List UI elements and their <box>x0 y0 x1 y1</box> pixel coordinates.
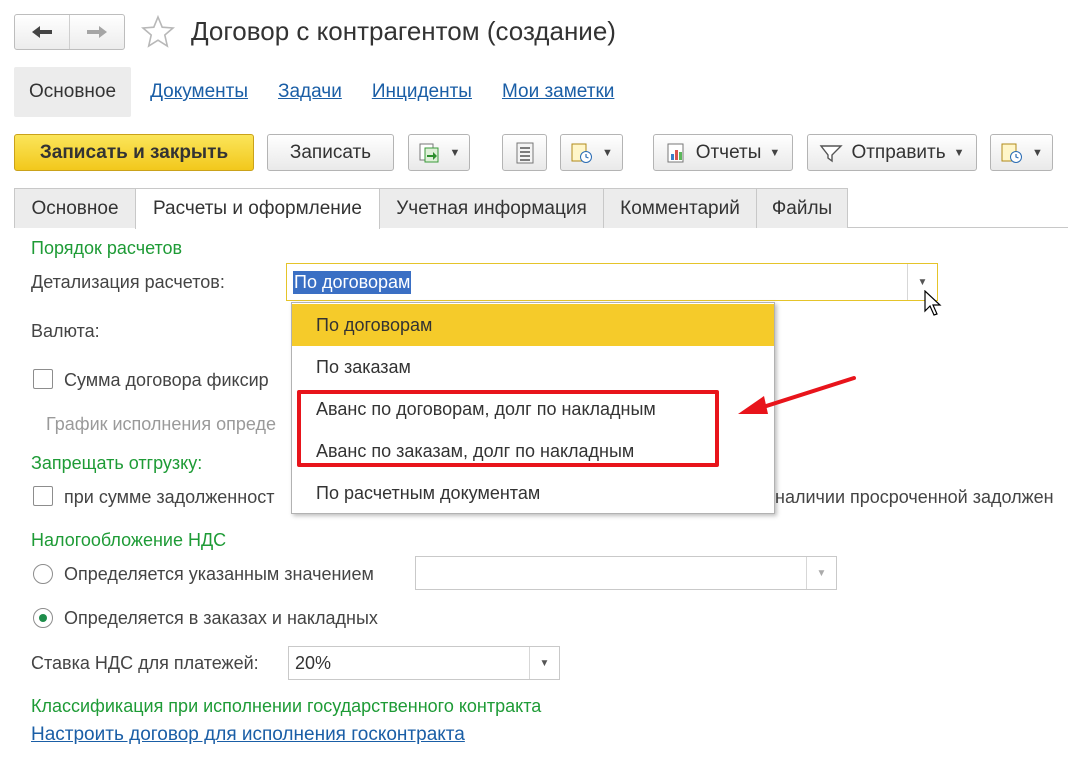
detail-label: Детализация расчетов: <box>31 272 225 292</box>
detail-select[interactable]: По договорам ▼ <box>286 263 938 301</box>
history-nav <box>14 14 125 50</box>
fixed-sum-label: Сумма договора фиксир <box>64 370 269 390</box>
dropdown-option-by-contracts[interactable]: По договорам <box>292 304 774 346</box>
window-title: Договор с контрагентом (создание) <box>191 16 616 46</box>
more-actions-button[interactable]: ▼ <box>990 134 1053 171</box>
create-based-on-button[interactable]: ▼ <box>408 134 470 171</box>
save-close-button[interactable]: Записать и закрыть <box>14 134 254 171</box>
vat-option-orders-radio[interactable] <box>33 608 53 628</box>
schedule-label: График исполнения опреде <box>46 414 277 434</box>
vat-section-title: Налогообложение НДС <box>31 530 227 550</box>
annotation-arrow-icon <box>738 376 856 414</box>
vat-rate-label: Ставка НДС для платежей: <box>31 653 259 673</box>
chevron-down-icon[interactable]: ▼ <box>806 557 836 589</box>
panel-nav-notes[interactable]: Мои заметки <box>502 81 614 103</box>
forward-button[interactable] <box>69 15 124 49</box>
panel-nav-documents[interactable]: Документы <box>150 81 248 103</box>
classification-title: Классификация при исполнении государстве… <box>31 696 542 716</box>
save-button[interactable]: Записать <box>267 134 394 171</box>
form-tabs: Основное Расчеты и оформление Учетная ин… <box>14 188 1068 229</box>
vat-rate-value: 20% <box>295 653 332 673</box>
panel-nav-main[interactable]: Основное <box>14 67 132 117</box>
vat-option-orders-label: Определяется в заказах и накладных <box>64 608 378 628</box>
panel-nav-incidents[interactable]: Инциденты <box>372 81 472 103</box>
tab-main[interactable]: Основное <box>14 188 136 228</box>
vat-value-select[interactable]: ▼ <box>415 556 837 590</box>
arrow-left-icon <box>32 26 52 38</box>
section-payment-order: Порядок расчетов <box>31 238 183 258</box>
chevron-down-icon: ▼ <box>769 146 781 159</box>
send-button[interactable]: Отправить ▼ <box>807 134 977 171</box>
tab-files[interactable]: Файлы <box>756 188 848 228</box>
list-button[interactable] <box>502 134 547 171</box>
print-button[interactable]: ▼ <box>560 134 623 171</box>
detail-select-value: По договорам <box>293 271 412 294</box>
dropdown-option-settlement-docs[interactable]: По расчетным документам <box>292 472 774 514</box>
chevron-down-icon: ▼ <box>602 146 613 159</box>
list-icon <box>516 142 533 163</box>
star-icon[interactable] <box>140 14 176 50</box>
panel-nav-tasks[interactable]: Задачи <box>278 81 342 103</box>
reports-button[interactable]: Отчеты ▼ <box>653 134 793 171</box>
vat-option-specified-label: Определяется указанным значением <box>64 564 374 584</box>
fixed-sum-checkbox[interactable] <box>33 369 53 389</box>
chevron-down-icon[interactable]: ▼ <box>529 647 559 679</box>
send-icon <box>820 144 844 162</box>
chevron-down-icon: ▼ <box>449 146 461 159</box>
document-clock-icon <box>1001 143 1023 163</box>
highlight-box <box>297 390 719 467</box>
send-label: Отправить <box>851 141 946 163</box>
create-based-on-icon <box>419 143 439 162</box>
vat-option-specified-radio[interactable] <box>33 564 53 584</box>
debt-sum-checkbox[interactable] <box>33 486 53 506</box>
chevron-down-icon: ▼ <box>953 146 965 159</box>
dropdown-option-by-orders[interactable]: По заказам <box>292 346 774 388</box>
report-icon <box>667 143 684 162</box>
debt-sum-label: при сумме задолженност <box>64 487 275 507</box>
chevron-down-icon: ▼ <box>1032 146 1043 159</box>
tab-accounting[interactable]: Учетная информация <box>379 188 604 228</box>
reports-label: Отчеты <box>695 141 762 163</box>
configure-contract-link[interactable]: Настроить договор для исполнения госконт… <box>31 724 465 746</box>
currency-label: Валюта: <box>31 321 100 341</box>
back-button[interactable] <box>15 15 69 49</box>
vat-rate-select[interactable]: 20% ▼ <box>288 646 560 680</box>
mouse-cursor-icon <box>924 290 942 316</box>
tab-payments[interactable]: Расчеты и оформление <box>135 188 380 229</box>
panel-nav: Основное Документы Задачи Инциденты Мои … <box>14 66 644 118</box>
overdue-debt-label: наличии просроченной задолжен <box>775 487 1054 507</box>
document-clock-icon <box>571 143 593 163</box>
prohibit-shipping-label: Запрещать отгрузку: <box>31 453 203 473</box>
tab-comment[interactable]: Комментарий <box>603 188 757 228</box>
arrow-right-icon <box>87 26 107 38</box>
